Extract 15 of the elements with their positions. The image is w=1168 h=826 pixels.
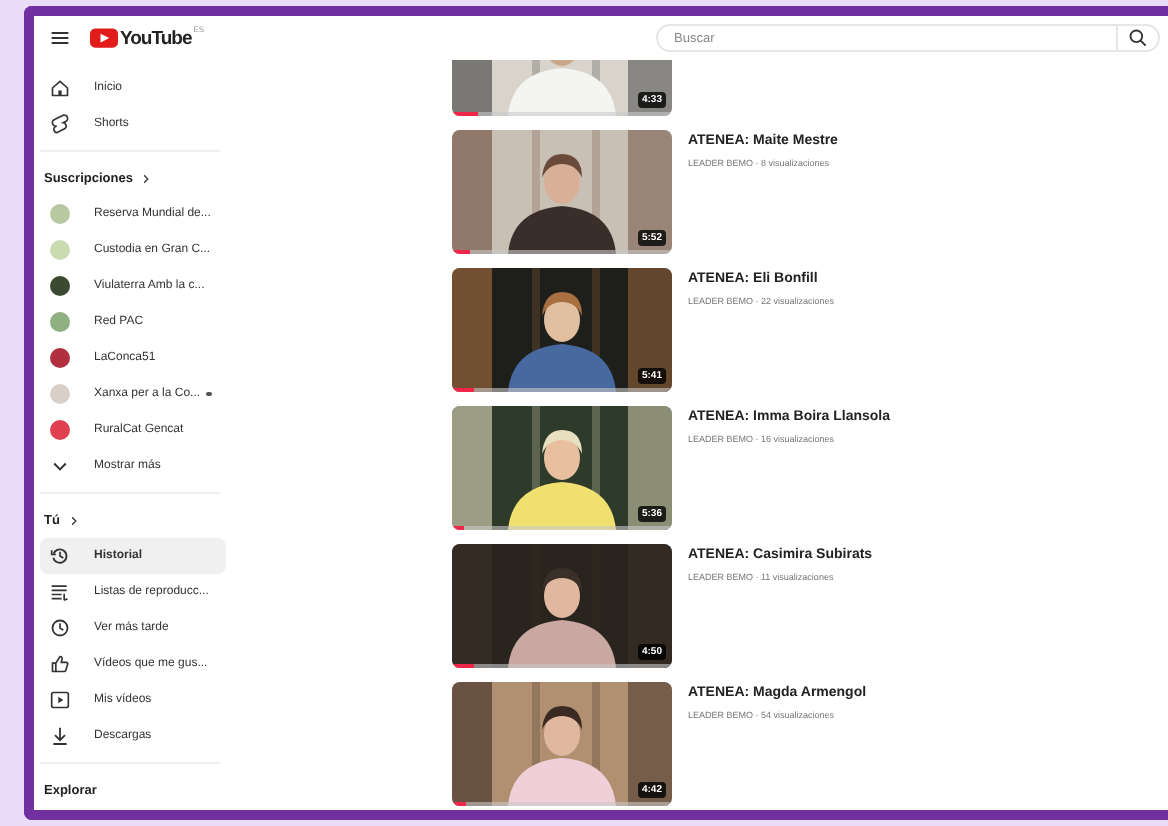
menu-icon[interactable] xyxy=(50,28,70,48)
playlist-icon xyxy=(50,582,70,602)
home-icon xyxy=(50,78,70,98)
logo-text[interactable]: YouTube xyxy=(120,27,192,49)
play-square-icon xyxy=(50,690,70,710)
thumbs-up-icon xyxy=(50,654,70,674)
clock-icon xyxy=(50,618,70,638)
chevron-right-icon xyxy=(142,173,151,183)
chevron-right-icon xyxy=(69,515,78,525)
play-logo-icon xyxy=(90,28,118,48)
shorts-icon xyxy=(50,114,70,134)
search-icon xyxy=(1128,28,1148,48)
download-icon xyxy=(50,726,70,746)
search-button[interactable] xyxy=(1116,24,1160,52)
history-icon xyxy=(50,546,70,566)
